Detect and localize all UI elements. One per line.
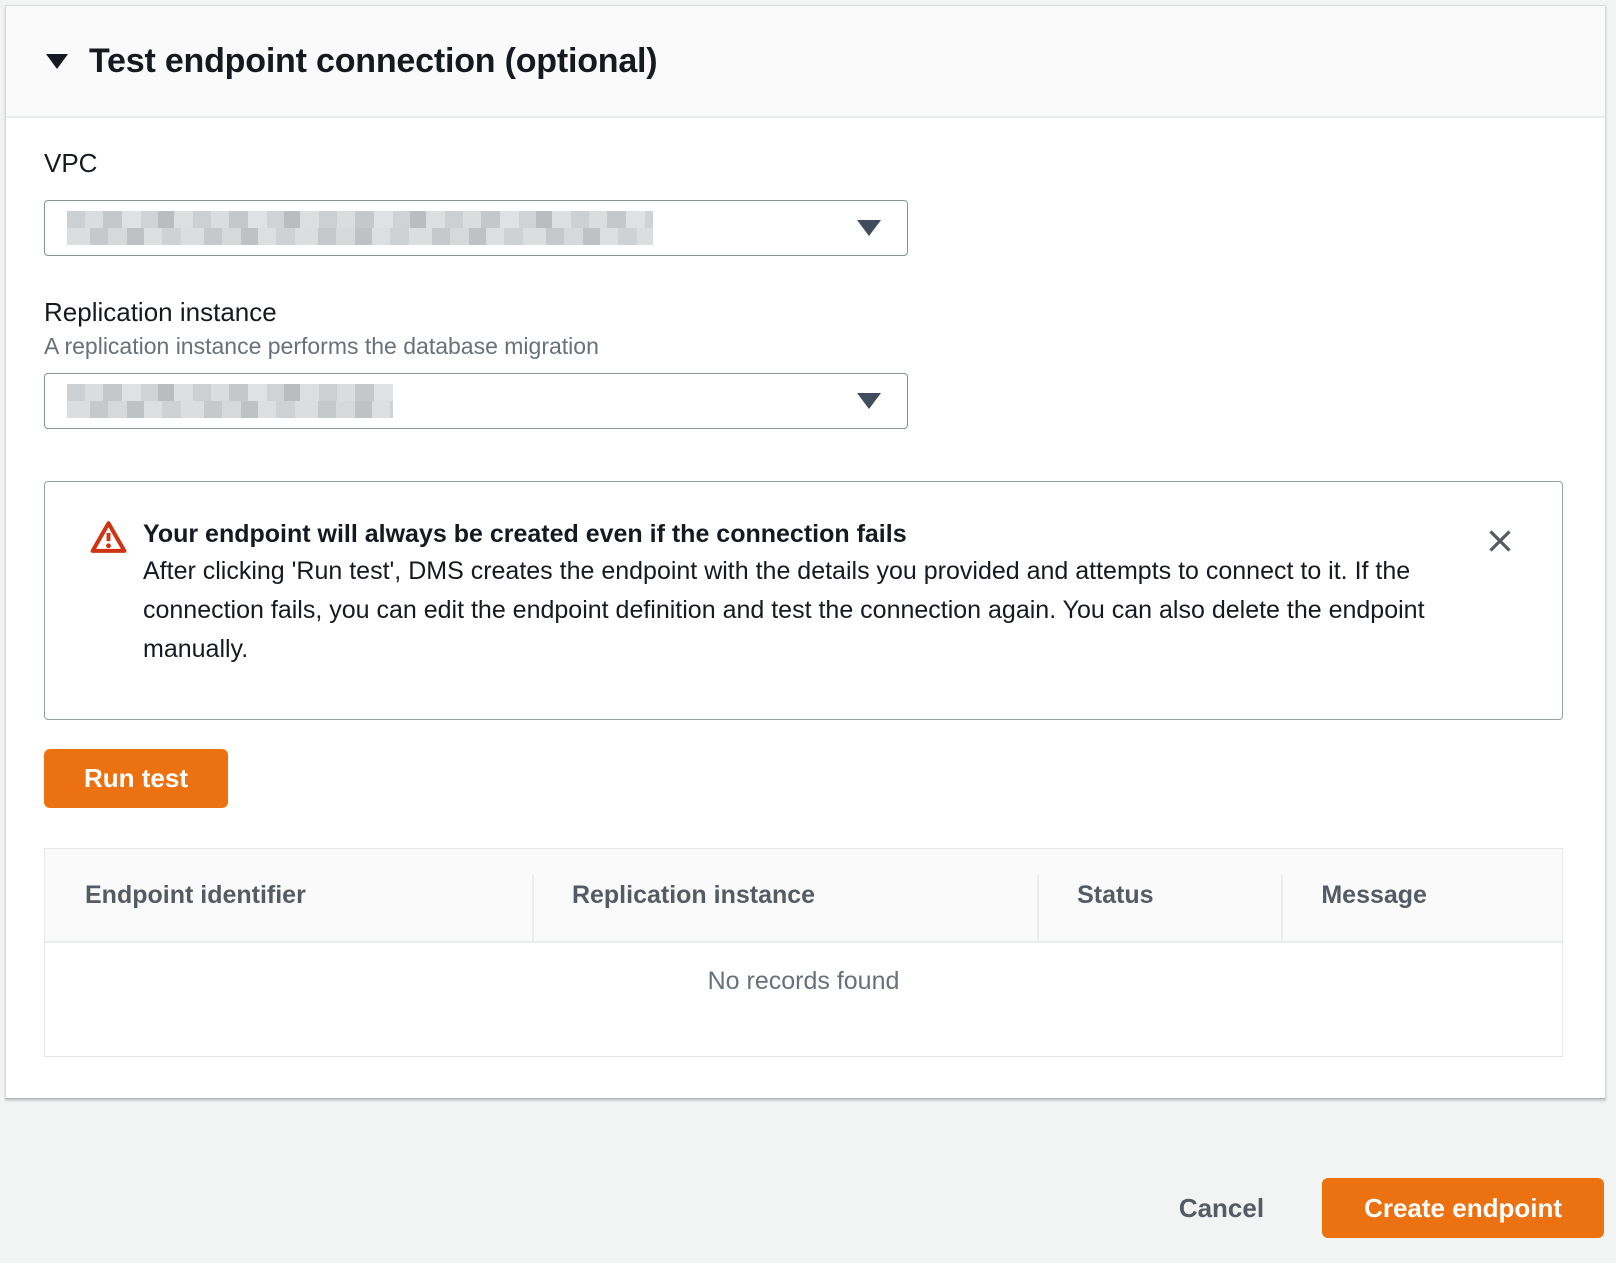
alert-title: Your endpoint will always be created eve… [143, 516, 1438, 552]
column-header-endpoint-identifier: Endpoint identifier [45, 849, 532, 941]
empty-state-text: No records found [708, 967, 900, 996]
caret-down-icon [46, 54, 68, 69]
panel-header[interactable]: Test endpoint connection (optional) [6, 6, 1605, 118]
form-actions-footer: Cancel Create endpoint [0, 1099, 1616, 1256]
vpc-redacted-value [67, 211, 653, 245]
close-icon[interactable] [1484, 525, 1516, 557]
vpc-select[interactable] [44, 200, 908, 256]
table-header-row: Endpoint identifier Replication instance… [45, 849, 1562, 943]
run-test-button[interactable]: Run test [44, 749, 228, 808]
caret-down-icon [857, 393, 881, 409]
column-header-replication-instance: Replication instance [532, 849, 1037, 941]
column-header-message: Message [1281, 849, 1562, 941]
test-endpoint-panel: Test endpoint connection (optional) VPC … [5, 5, 1606, 1099]
create-endpoint-button[interactable]: Create endpoint [1322, 1178, 1604, 1238]
table-empty-state: No records found [45, 943, 1562, 1056]
alert-body: After clicking 'Run test', DMS creates t… [143, 552, 1438, 669]
vpc-label: VPC [44, 148, 1563, 178]
replication-instance-select[interactable] [44, 373, 908, 429]
warning-alert: Your endpoint will always be created eve… [44, 481, 1563, 720]
panel-body: VPC Replication instance A replication i… [6, 148, 1605, 1098]
caret-down-icon [857, 220, 881, 236]
panel-title: Test endpoint connection (optional) [89, 42, 657, 81]
warning-triangle-icon [90, 520, 127, 669]
cancel-button[interactable]: Cancel [1179, 1178, 1264, 1238]
replication-instance-label: Replication instance [44, 297, 1563, 327]
alert-content: Your endpoint will always be created eve… [143, 516, 1438, 669]
replication-instance-description: A replication instance performs the data… [44, 333, 1563, 359]
replication-instance-redacted-value [67, 384, 393, 418]
test-results-table: Endpoint identifier Replication instance… [44, 848, 1563, 1057]
page: Test endpoint connection (optional) VPC … [0, 5, 1616, 1256]
column-header-status: Status [1037, 849, 1281, 941]
